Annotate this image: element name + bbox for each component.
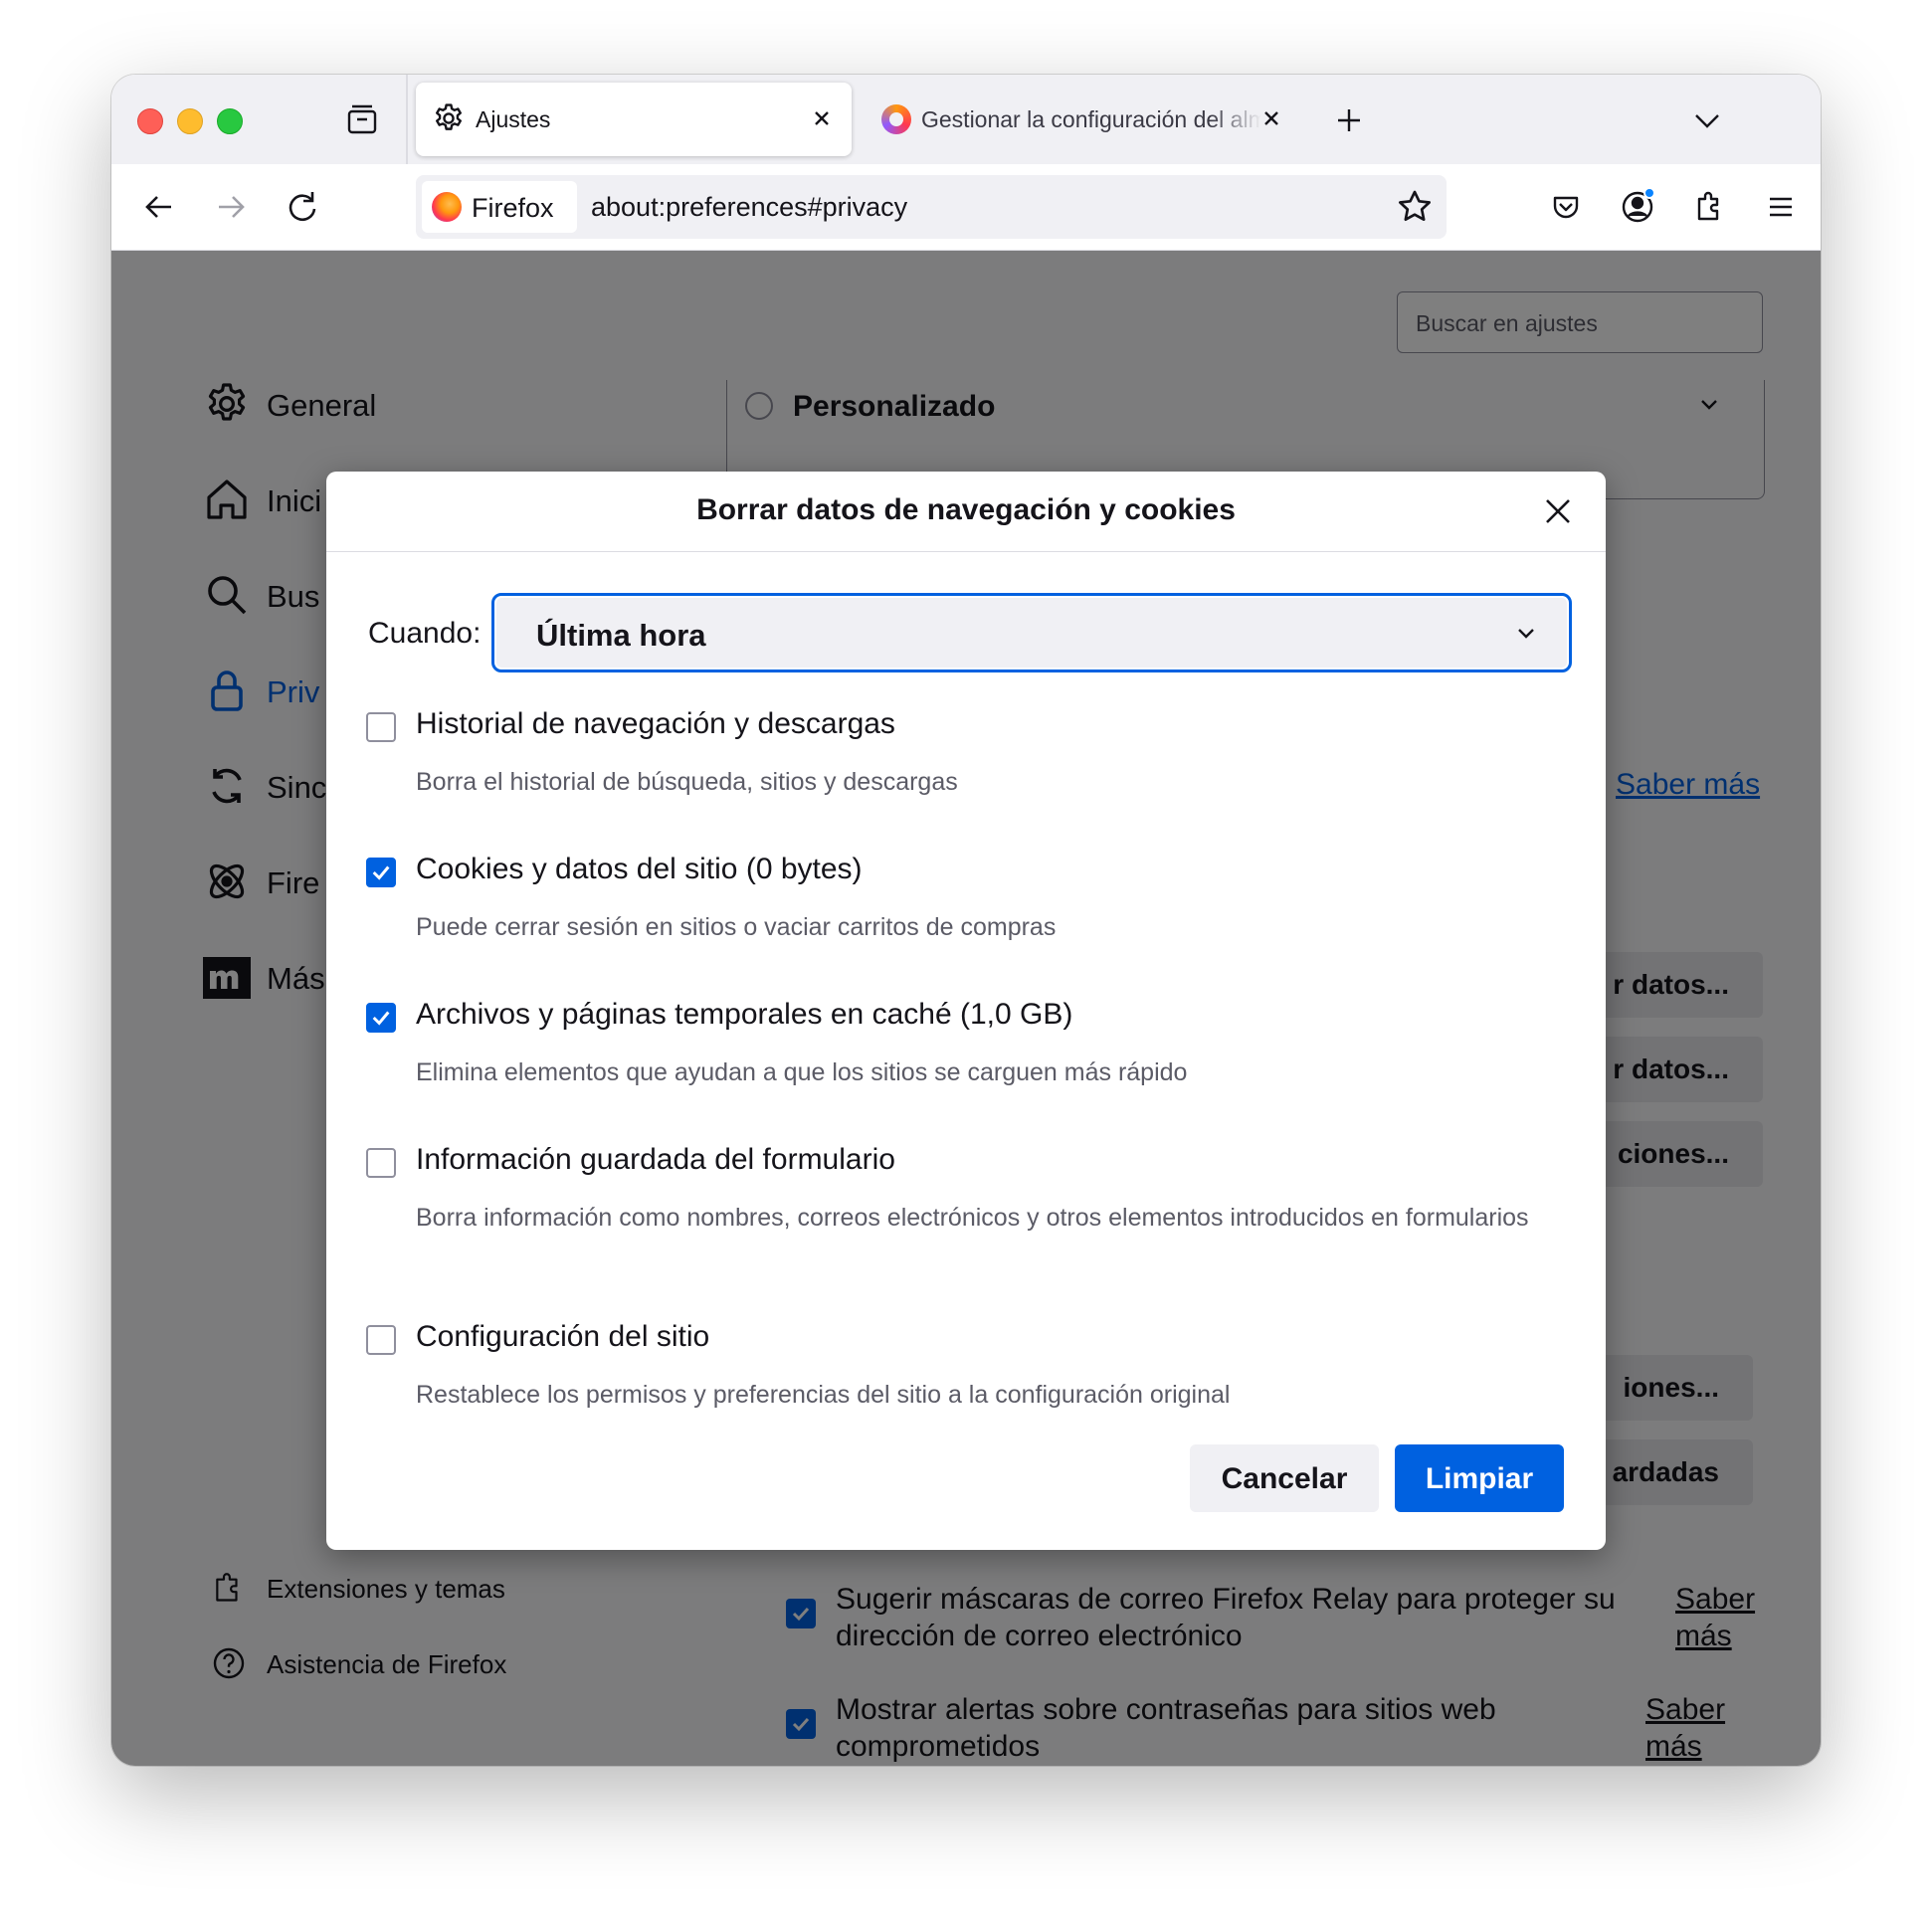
- option-label[interactable]: Historial de navegación y descargas: [416, 707, 895, 741]
- close-icon[interactable]: [808, 104, 836, 132]
- history-checkbox[interactable]: [366, 712, 396, 742]
- close-window-button[interactable]: [137, 108, 163, 134]
- option-description: Borra el historial de búsqueda, sitios y…: [416, 768, 958, 796]
- tab-label: Gestionar la configuración del almacenam…: [921, 106, 1261, 132]
- zoom-window-button[interactable]: [217, 108, 243, 134]
- tab-label: Ajustes: [476, 106, 551, 132]
- cookies-checkbox[interactable]: [366, 858, 396, 887]
- dialog-header: Borrar datos de navegación y cookies: [326, 472, 1606, 552]
- pocket-icon[interactable]: [1542, 183, 1590, 231]
- url-text[interactable]: about:preferences#privacy: [591, 192, 907, 223]
- close-icon[interactable]: [1257, 104, 1285, 132]
- reload-icon[interactable]: [279, 183, 326, 231]
- tab-strip-separator: [406, 75, 408, 164]
- identity-box[interactable]: Firefox: [422, 181, 577, 233]
- clear-button[interactable]: Limpiar: [1395, 1444, 1564, 1512]
- clear-label: Limpiar: [1425, 1462, 1534, 1495]
- back-arrow-icon[interactable]: [135, 183, 183, 231]
- option-description: Borra información como nombres, correos …: [416, 1204, 1529, 1232]
- chevron-down-icon[interactable]: [1687, 100, 1727, 140]
- site-settings-checkbox[interactable]: [366, 1325, 396, 1355]
- cache-checkbox[interactable]: [366, 1003, 396, 1033]
- firefox-view-icon[interactable]: [342, 100, 382, 140]
- option-description: Puede cerrar sesión en sitios o vaciar c…: [416, 913, 1057, 941]
- option-label[interactable]: Configuración del sitio: [416, 1320, 709, 1354]
- time-range-select[interactable]: Última hora: [491, 593, 1572, 672]
- form-data-checkbox[interactable]: [366, 1148, 396, 1178]
- account-avatar-icon[interactable]: [1614, 183, 1661, 231]
- option-description: Restablece los permisos y preferencias d…: [416, 1381, 1231, 1409]
- identity-label: Firefox: [472, 193, 554, 223]
- navigation-toolbar: Firefox about:preferences#privacy: [111, 164, 1821, 251]
- clear-data-dialog: Borrar datos de navegación y cookies Cua…: [326, 472, 1606, 1550]
- firefox-icon: [881, 104, 911, 134]
- option-label[interactable]: Archivos y páginas temporales en caché (…: [416, 998, 1072, 1032]
- url-bar[interactable]: Firefox about:preferences#privacy: [416, 175, 1447, 239]
- preferences-page: Buscar en ajustes General Inici Bus Pr: [111, 251, 1821, 1766]
- hamburger-menu-icon[interactable]: [1757, 183, 1805, 231]
- option-label[interactable]: Información guardada del formulario: [416, 1143, 895, 1177]
- option-label[interactable]: Cookies y datos del sitio (0 bytes): [416, 853, 863, 886]
- dialog-title: Borrar datos de navegación y cookies: [696, 493, 1236, 526]
- extensions-puzzle-icon[interactable]: [1685, 183, 1733, 231]
- option-description: Elimina elementos que ayudan a que los s…: [416, 1058, 1188, 1086]
- tab-settings[interactable]: Ajustes: [416, 83, 852, 156]
- tab-storage-settings[interactable]: Gestionar la configuración del almacenam…: [868, 83, 1295, 156]
- minimize-window-button[interactable]: [177, 108, 203, 134]
- forward-arrow-icon[interactable]: [207, 183, 255, 231]
- new-tab-plus-icon[interactable]: [1329, 100, 1369, 140]
- when-label: Cuando:: [368, 617, 482, 650]
- cancel-label: Cancelar: [1221, 1462, 1348, 1495]
- close-icon[interactable]: [1538, 491, 1578, 531]
- gear-icon: [432, 101, 466, 135]
- firefox-logo-icon: [432, 192, 462, 222]
- tab-strip: Ajustes Gestionar la configuración del a…: [111, 75, 1821, 164]
- cancel-button[interactable]: Cancelar: [1190, 1444, 1379, 1512]
- browser-window: Ajustes Gestionar la configuración del a…: [111, 75, 1821, 1766]
- chevron-down-icon: [1513, 620, 1539, 646]
- bookmark-star-icon[interactable]: [1395, 187, 1435, 227]
- time-range-value: Última hora: [536, 618, 706, 653]
